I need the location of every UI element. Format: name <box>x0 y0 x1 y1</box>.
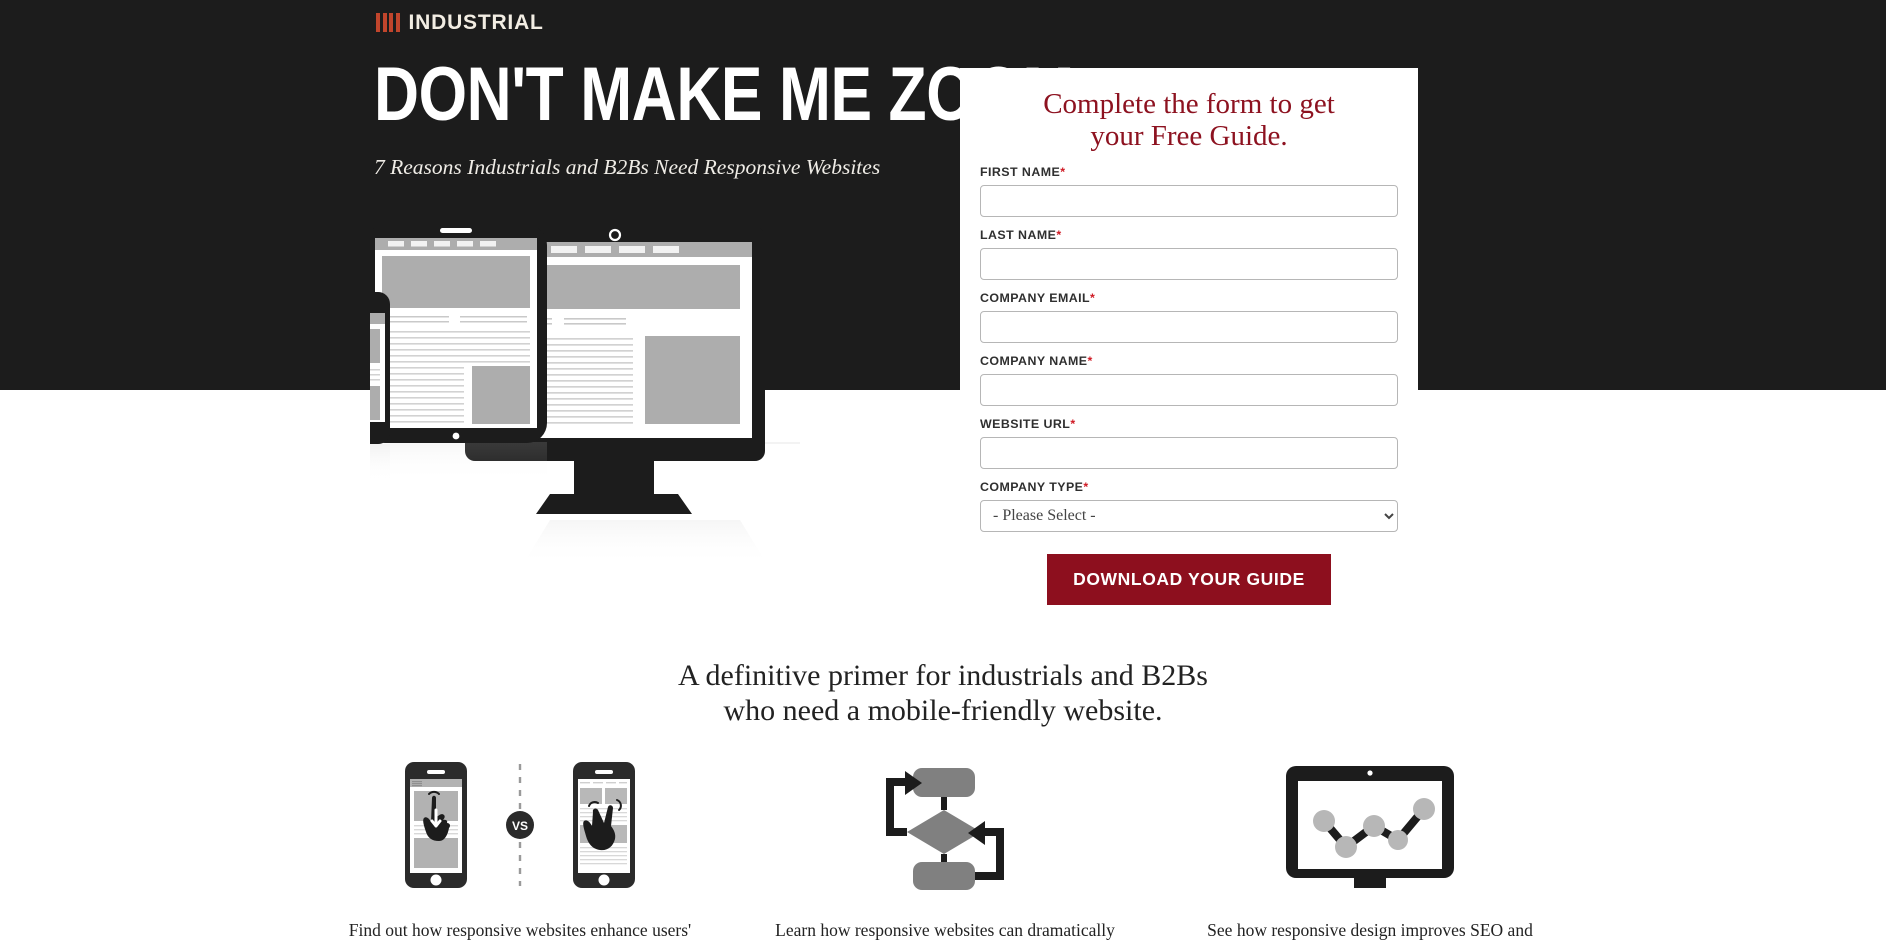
required-marker: * <box>1070 416 1076 431</box>
field-last-name: LAST NAME* <box>980 228 1398 280</box>
form-submit-area: DOWNLOAD YOUR GUIDE <box>980 553 1398 605</box>
svg-text:VS: VS <box>512 819 528 833</box>
primer-line2: who need a mobile-friendly website. <box>723 694 1163 728</box>
required-marker: * <box>1083 479 1089 494</box>
form-heading: Complete the form to get your Free Guide… <box>960 68 1418 157</box>
brand-logo[interactable]: INDUSTRIAL <box>376 12 544 33</box>
bars-logo-icon <box>376 13 400 32</box>
lead-capture-form: Complete the form to get your Free Guide… <box>960 68 1418 605</box>
form-fields: FIRST NAME* LAST NAME* COMPANY EMAIL* CO… <box>960 157 1418 605</box>
form-heading-line2: your Free Guide. <box>1090 120 1288 153</box>
label-website-url: WEBSITE URL* <box>980 416 1076 431</box>
label-company-name: COMPANY NAME* <box>980 353 1093 368</box>
required-marker: * <box>1060 164 1066 179</box>
primer-line1: A definitive primer for industrials and … <box>678 659 1208 692</box>
label-first-name: FIRST NAME* <box>980 164 1066 179</box>
feature-column-1: VS Find out how responsive websites enha… <box>340 762 700 943</box>
required-marker: * <box>1090 290 1096 305</box>
field-website-url: WEBSITE URL* <box>980 417 1398 469</box>
feature-columns: VS Find out how responsive websites enha… <box>340 762 1550 943</box>
download-your-guide-button[interactable]: DOWNLOAD YOUR GUIDE <box>1047 553 1331 605</box>
company-name-input[interactable] <box>980 373 1398 406</box>
feature-text-3: See how responsive design improves SEO a… <box>1207 920 1533 940</box>
primer-tagline: A definitive primer for industrials and … <box>0 658 1886 729</box>
company-email-input[interactable] <box>980 310 1398 343</box>
label-company-type: COMPANY TYPE* <box>980 479 1089 494</box>
label-company-email: COMPANY EMAIL* <box>980 290 1096 305</box>
landing-page: INDUSTRIAL DON'T MAKE ME ZOOM 7 Reasons … <box>0 0 1886 952</box>
required-marker: * <box>1056 227 1062 242</box>
website-url-input[interactable] <box>980 436 1398 469</box>
monitor-line-chart-icon <box>1190 762 1550 894</box>
field-company-type: COMPANY TYPE* - Please Select - <box>980 480 1398 532</box>
required-marker: * <box>1087 353 1093 368</box>
label-last-name: LAST NAME* <box>980 227 1062 242</box>
page-subtitle: 7 Reasons Industrials and B2Bs Need Resp… <box>374 155 881 179</box>
field-first-name: FIRST NAME* <box>980 165 1398 217</box>
form-heading-line1: Complete the form to get <box>1043 88 1335 120</box>
feature-column-2: Learn how responsive websites can dramat… <box>765 762 1125 943</box>
responsive-devices-illustration <box>370 228 900 588</box>
brand-name: INDUSTRIAL <box>408 11 544 34</box>
feature-text-1: Find out how responsive websites enhance… <box>348 920 692 940</box>
flowchart-icon <box>765 762 1125 894</box>
company-type-select[interactable]: - Please Select - <box>980 499 1398 532</box>
feature-column-3: See how responsive design improves SEO a… <box>1190 762 1550 943</box>
first-name-input[interactable] <box>980 184 1398 217</box>
field-company-email: COMPANY EMAIL* <box>980 291 1398 343</box>
last-name-input[interactable] <box>980 247 1398 280</box>
field-company-name: COMPANY NAME* <box>980 354 1398 406</box>
phone-tap-vs-pinch-icon: VS <box>340 762 700 894</box>
feature-text-2: Learn how responsive websites can dramat… <box>775 920 1115 940</box>
